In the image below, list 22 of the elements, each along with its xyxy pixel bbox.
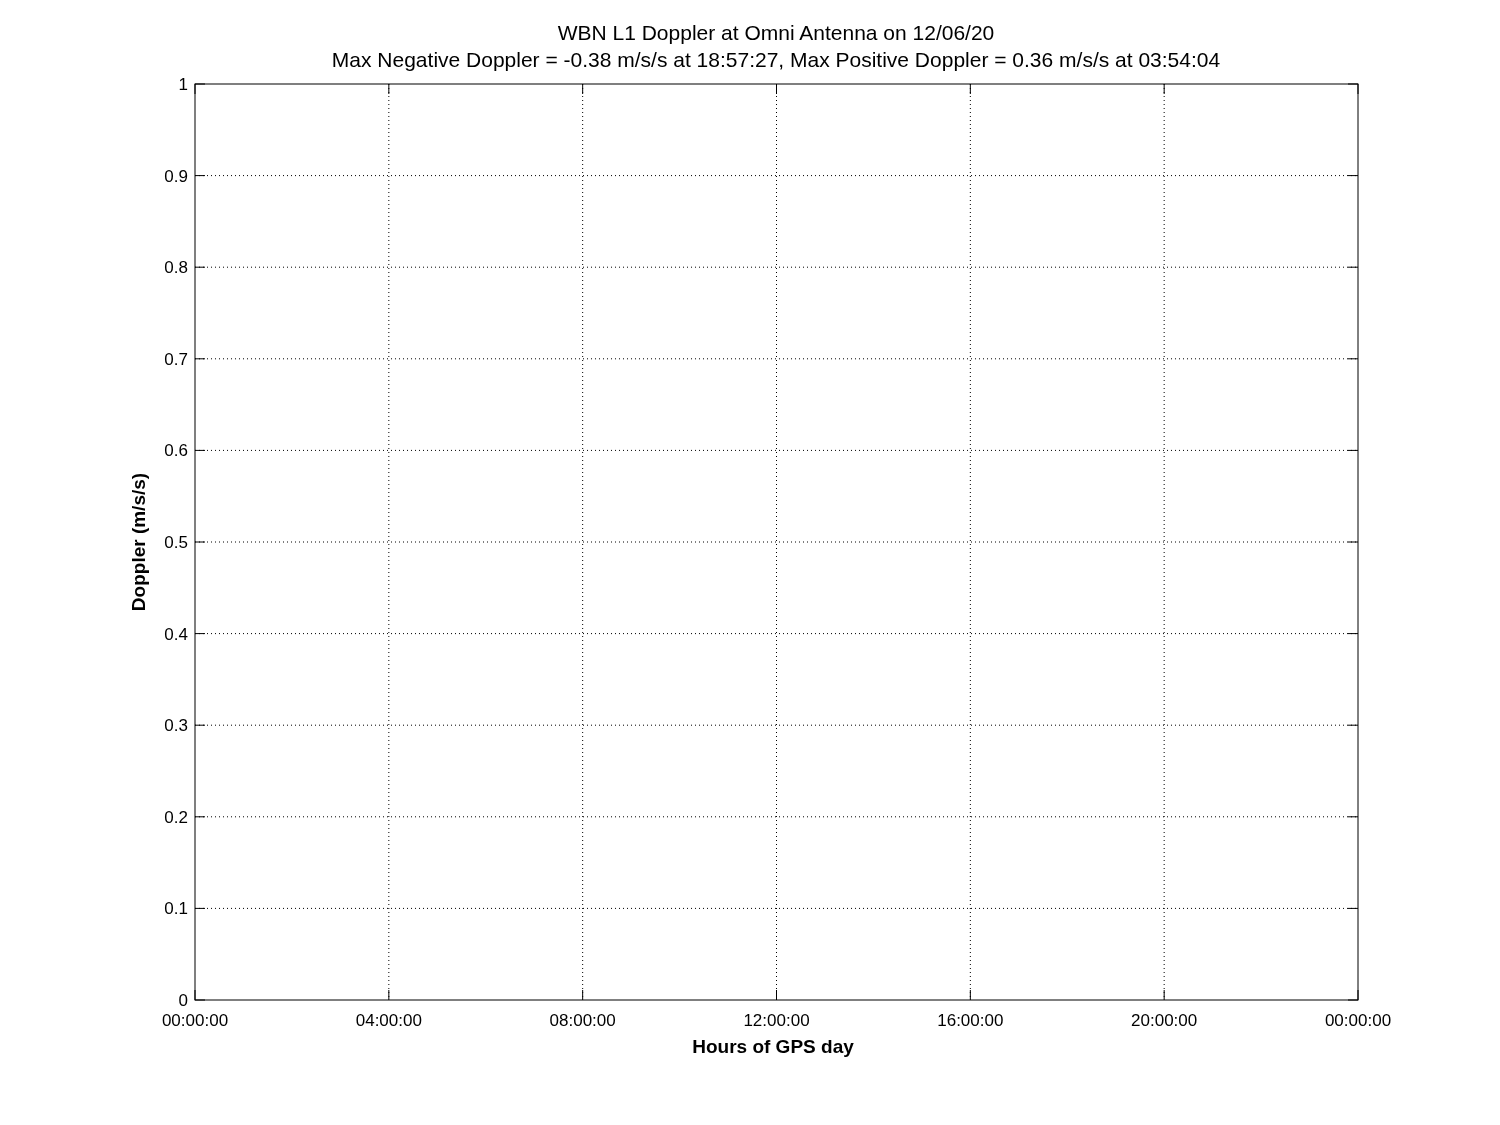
- tick-label: 0.6: [164, 441, 188, 461]
- tick-label: 08:00:00: [549, 1011, 616, 1030]
- tick-label: 1: [178, 75, 188, 94]
- tick-label: 00:00:00: [1324, 1011, 1392, 1030]
- tick-label: 0: [178, 991, 188, 1010]
- tick-label: 12:00:00: [743, 1011, 810, 1030]
- x-axis-label: Hours of GPS day: [692, 1036, 854, 1057]
- tick-label: 0.8: [164, 258, 188, 278]
- chart-subtitle: Max Negative Doppler = -0.38 m/s/s at 18:57:27, Max Positive Doppler = 0.36 m/s/s at 03:54:04: [331, 48, 1221, 71]
- tick-label: 0.2: [164, 807, 188, 827]
- tick-label: 20:00:00: [1131, 1011, 1198, 1030]
- tick-label: 04:00:00: [355, 1011, 422, 1030]
- tick-label: 0.9: [164, 166, 188, 186]
- chart-title: WBN L1 Doppler at Omni Antenna on 12/06/20: [557, 21, 995, 44]
- tick-label: 0.4: [164, 624, 188, 644]
- tick-label: 00:00:00: [161, 1011, 229, 1030]
- tick-label: 0.5: [164, 533, 188, 552]
- tick-label: 0.7: [164, 349, 188, 369]
- tick-label: 0.1: [164, 899, 188, 919]
- tick-label: 0.3: [164, 716, 188, 736]
- tick-label: 16:00:00: [937, 1011, 1004, 1030]
- y-axis-label: Doppler (m/s/s): [128, 472, 149, 612]
